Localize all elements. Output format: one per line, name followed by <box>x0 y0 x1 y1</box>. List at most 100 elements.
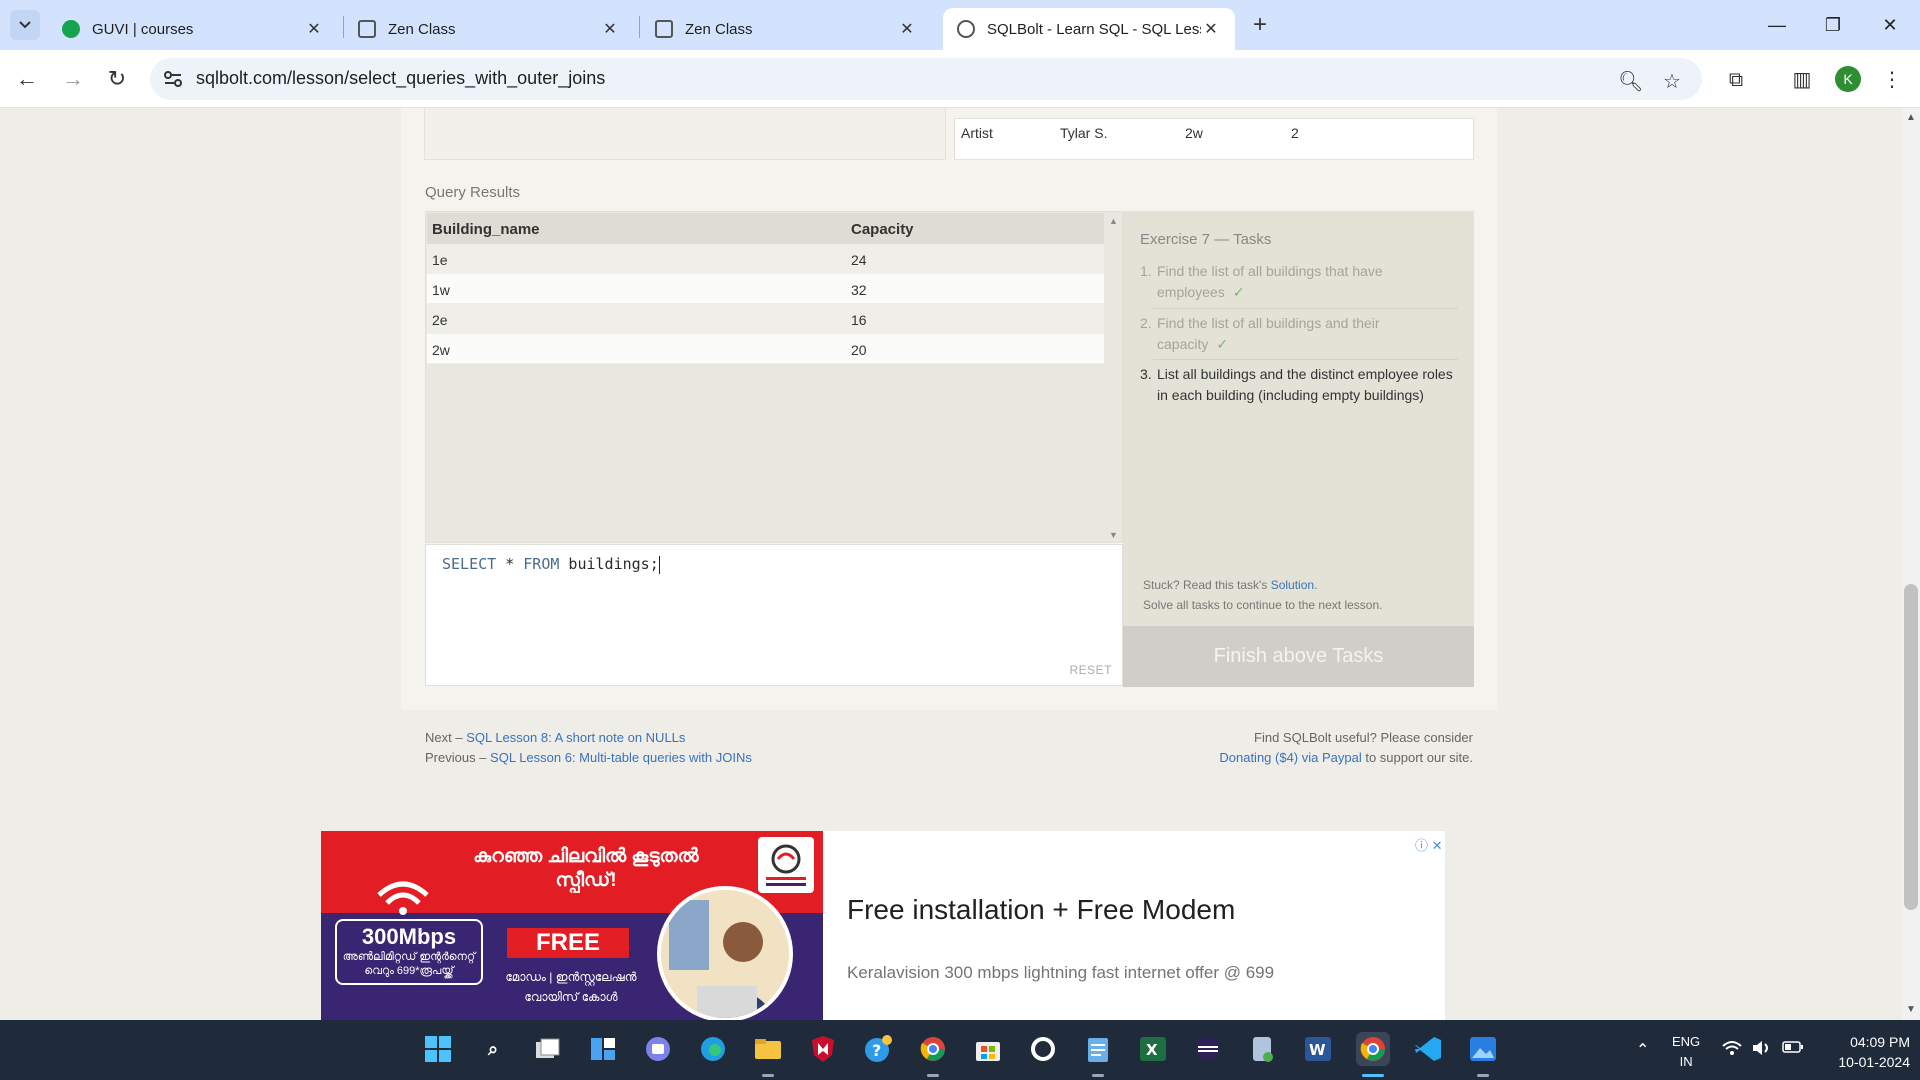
tab-zen-class-1[interactable]: Zen Class ✕ <box>344 8 634 50</box>
side-panel-icon[interactable]: ▥ <box>1790 68 1814 92</box>
page-viewport: Artist Tylar S. 2w 2 Query Results Build… <box>0 108 1902 1020</box>
volume-icon[interactable] <box>1752 1040 1772 1061</box>
previous-query-area <box>424 108 946 160</box>
tray-overflow-icon[interactable]: ⌃ <box>1636 1040 1649 1060</box>
scroll-up-icon[interactable]: ▲ <box>1905 112 1917 123</box>
page-scrollbar-thumb[interactable] <box>1904 584 1918 910</box>
advertisement[interactable]: കുറഞ്ഞ ചിലവിൽ കൂടുതൽ സ്പീഡ്! 300Mbps അൺല… <box>321 831 1445 1020</box>
previous-lesson-link[interactable]: SQL Lesson 6: Multi-table queries with J… <box>490 750 752 765</box>
close-icon[interactable]: ✕ <box>304 19 324 39</box>
svg-text:W: W <box>1309 1041 1326 1059</box>
zoom-icon[interactable]: 🔍︎ <box>1618 70 1643 94</box>
restore-button[interactable]: ❐ <box>1818 10 1848 40</box>
tab-separator <box>639 16 640 38</box>
chrome-active-icon[interactable] <box>1356 1032 1390 1066</box>
stuck-text: Stuck? Read this task's <box>1143 578 1271 592</box>
results-scrollbar[interactable]: ▲ ▼ <box>1106 212 1123 543</box>
zen-class-favicon-icon <box>358 20 376 38</box>
cell-name: Tylar S. <box>1060 125 1108 141</box>
window-close-button[interactable]: ✕ <box>1875 10 1905 40</box>
menu-kebab-icon[interactable]: ⋮ <box>1880 68 1904 92</box>
ad-description: Keralavision 300 mbps lightning fast int… <box>847 963 1275 982</box>
sql-code[interactable]: SELECT * FROM buildings; <box>442 555 660 574</box>
close-icon[interactable]: ✕ <box>600 19 620 39</box>
microsoft-store-icon[interactable] <box>971 1032 1005 1066</box>
ad-choices-icon[interactable]: ⓘ ✕ <box>1415 835 1443 854</box>
close-icon[interactable]: ✕ <box>1201 19 1221 39</box>
start-windows-icon[interactable] <box>421 1032 455 1066</box>
finish-tasks-button[interactable]: Finish above Tasks <box>1123 626 1474 687</box>
teams-chat-icon[interactable] <box>641 1032 675 1066</box>
task-text: Find the list of all buildings that have… <box>1157 263 1383 300</box>
profile-avatar[interactable]: K <box>1835 66 1861 92</box>
system-clock[interactable]: 04:09 PM 10-01-2024 <box>1820 1032 1910 1072</box>
excel-icon[interactable]: X <box>1136 1032 1170 1066</box>
battery-icon[interactable] <box>1782 1040 1804 1059</box>
search-icon[interactable]: ⌕ <box>476 1032 510 1066</box>
tab-sqlbolt[interactable]: SQLBolt - Learn SQL - SQL Lesson ✕ <box>943 8 1235 50</box>
next-lesson-link[interactable]: SQL Lesson 8: A short note on NULLs <box>466 730 685 745</box>
folder-glyph <box>755 1039 781 1059</box>
minimize-button[interactable]: — <box>1762 10 1792 40</box>
chrome-profile-icon[interactable] <box>916 1032 950 1066</box>
site-info-icon[interactable] <box>162 68 184 90</box>
bookmark-star-icon[interactable]: ☆ <box>1660 70 1684 94</box>
check-icon: ✓ <box>1232 284 1245 300</box>
query-results-label: Query Results <box>425 184 521 201</box>
photos-icon[interactable] <box>1466 1032 1500 1066</box>
table-row: 2w 20 <box>427 334 1104 364</box>
scroll-down-icon[interactable]: ▼ <box>1905 1004 1917 1015</box>
close-icon[interactable]: ✕ <box>897 19 917 39</box>
ad-banner-image[interactable]: കുറഞ്ഞ ചിലവിൽ കൂടുതൽ സ്പീഡ്! 300Mbps അൺല… <box>321 831 823 1020</box>
forward-button[interactable]: → <box>56 62 90 96</box>
sqlbolt-favicon-icon <box>957 20 975 38</box>
widgets-icon[interactable] <box>586 1032 620 1066</box>
help-icon[interactable]: ? <box>861 1032 895 1066</box>
scroll-down-icon[interactable]: ▼ <box>1109 530 1118 540</box>
ad-headline[interactable]: Free installation + Free Modem <box>847 894 1235 926</box>
person-icon <box>661 890 789 1018</box>
task-view-glyph <box>536 1038 560 1058</box>
query-results-table: Building_name Capacity 1e 24 1w 32 2e 16… <box>425 211 1123 543</box>
extensions-icon[interactable]: ⧉ <box>1724 68 1748 92</box>
language-indicator[interactable]: ENG IN <box>1672 1032 1700 1072</box>
reset-button[interactable]: RESET <box>1069 663 1112 677</box>
donate-link[interactable]: Donating ($4) via Paypal <box>1219 750 1361 765</box>
word-icon[interactable]: W <box>1301 1032 1335 1066</box>
new-tab-button[interactable]: + <box>1246 12 1274 40</box>
vscode-icon[interactable] <box>1411 1032 1445 1066</box>
database-tool-icon[interactable] <box>1246 1032 1280 1066</box>
eclipse-icon[interactable] <box>1191 1032 1225 1066</box>
ad-speed: 300Mbps <box>361 924 457 949</box>
word-glyph: W <box>1305 1037 1331 1061</box>
github-icon[interactable] <box>1026 1032 1060 1066</box>
reload-button[interactable]: ↻ <box>100 62 134 96</box>
address-bar[interactable]: sqlbolt.com/lesson/select_queries_with_o… <box>150 58 1702 100</box>
github-glyph <box>1031 1037 1055 1061</box>
sql-editor[interactable]: SELECT * FROM buildings; RESET <box>425 544 1123 686</box>
task-view-icon[interactable] <box>531 1032 565 1066</box>
scroll-up-icon[interactable]: ▲ <box>1109 216 1118 226</box>
notepad-icon[interactable] <box>1081 1032 1115 1066</box>
store-glyph <box>976 1042 1000 1061</box>
tab-search-button[interactable] <box>10 10 40 40</box>
tab-title: GUVI | courses <box>92 20 194 38</box>
sql-keyword: FROM <box>523 555 560 573</box>
battery-glyph <box>1782 1041 1803 1053</box>
wifi-icon <box>377 881 429 915</box>
tab-zen-class-2[interactable]: Zen Class ✕ <box>641 8 931 50</box>
chrome-glyph <box>1360 1037 1385 1061</box>
svg-text:?: ? <box>872 1041 881 1060</box>
task-number: 2. <box>1140 315 1152 331</box>
shield-icon <box>812 1036 834 1062</box>
back-button[interactable]: ← <box>10 62 44 96</box>
zen-class-favicon-icon <box>655 20 673 38</box>
mcafee-icon[interactable] <box>806 1032 840 1066</box>
donate-suffix: to support our site. <box>1361 750 1473 765</box>
file-explorer-icon[interactable] <box>751 1032 785 1066</box>
edge-browser-icon[interactable] <box>696 1032 730 1066</box>
column-header: Capacity <box>851 221 914 238</box>
tab-guvi-courses[interactable]: GUVI | courses ✕ <box>48 8 338 50</box>
solution-link[interactable]: Solution <box>1271 578 1314 592</box>
wifi-icon[interactable] <box>1722 1040 1742 1061</box>
